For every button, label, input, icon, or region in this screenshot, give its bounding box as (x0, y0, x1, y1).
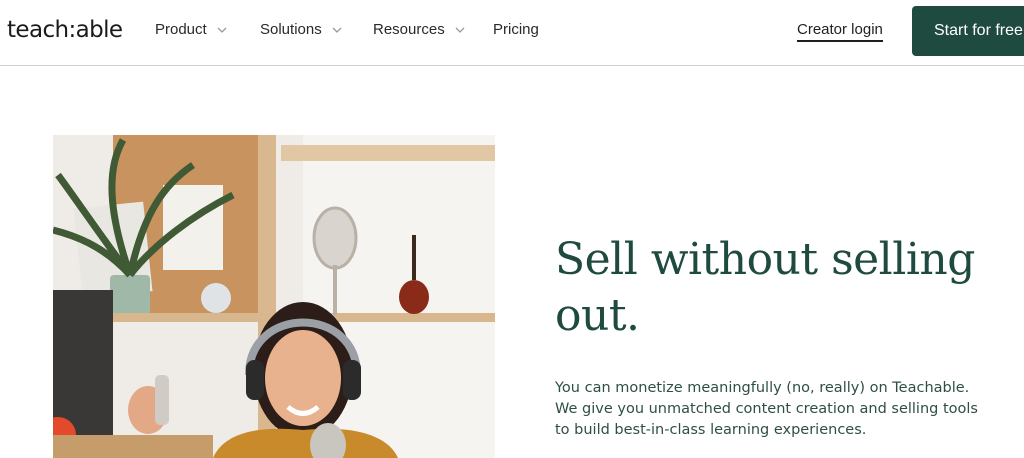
chevron-down-icon (332, 27, 342, 33)
nav-item-label: Resources (373, 21, 445, 38)
teachable-logo[interactable]: teach:able (7, 17, 123, 43)
creator-login-link[interactable]: Creator login (797, 21, 883, 42)
hero-headline: Sell without selling out. (555, 234, 975, 341)
start-for-free-button[interactable]: Start for free (912, 6, 1024, 56)
woman-with-headphones-photo (53, 135, 495, 458)
top-navigation: teach:able Product Solutions Resources P… (0, 0, 1024, 66)
chevron-down-icon (217, 27, 227, 33)
nav-item-product[interactable]: Product (155, 21, 228, 38)
nav-item-label: Solutions (260, 21, 322, 38)
nav-item-resources[interactable]: Resources (373, 21, 466, 38)
hero-photo (53, 135, 495, 458)
nav-item-label: Product (155, 21, 207, 38)
nav-item-label: Pricing (493, 21, 539, 38)
nav-item-pricing[interactable]: Pricing (493, 21, 539, 38)
nav-item-solutions[interactable]: Solutions (260, 21, 343, 38)
chevron-down-icon (455, 27, 465, 33)
hero-description: You can monetize meaningfully (no, reall… (555, 380, 978, 438)
